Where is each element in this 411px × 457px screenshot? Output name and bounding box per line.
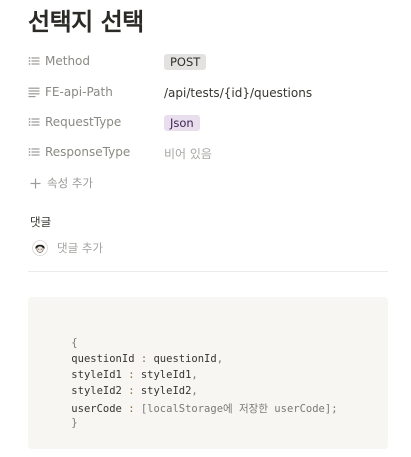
list-icon [28,148,40,156]
property-value-method[interactable]: POST [164,52,207,72]
request-type-tag: Json [164,115,200,131]
comments-heading: 댓글 [30,215,52,229]
list-icon [28,57,40,65]
code-block[interactable]: { questionId : questionId, styleId1 : st… [28,297,388,449]
property-row-request-type[interactable]: RequestType Json [28,113,388,135]
property-value-request-type[interactable]: Json [164,113,200,133]
property-name-method[interactable]: Method [28,54,156,68]
property-row-method[interactable]: Method POST [28,52,388,74]
property-label: Method [45,54,91,68]
code-value: [localStorage에 저장한 userCode] [140,403,332,415]
code-punct: , [216,353,224,365]
method-tag: POST [164,54,207,70]
add-property-button[interactable]: 속성 추가 [30,175,93,191]
add-comment-placeholder: 댓글 추가 [57,241,103,255]
text-lines-icon [28,87,40,98]
property-name-request-type[interactable]: RequestType [28,115,156,129]
property-label: RequestType [45,115,122,129]
list-icon [28,118,40,126]
page-title[interactable]: 선택지 선택 [28,2,144,37]
section-divider [28,271,388,272]
code-separator: : [121,403,141,415]
property-name-fe-api-path[interactable]: FE-api-Path [28,85,156,99]
property-row-fe-api-path[interactable]: FE-api-Path /api/tests/{id}/questions [28,83,388,105]
code-key: userCode [71,403,122,415]
api-path-text: /api/tests/{id}/questions [164,86,313,100]
code-brace-close: } [71,417,78,429]
plus-icon [30,178,41,188]
add-property-label: 속성 추가 [47,176,93,190]
property-value-fe-api-path[interactable]: /api/tests/{id}/questions [164,83,312,103]
property-name-response-type[interactable]: ResponseType [28,145,156,159]
code-line: userCode : [localStorage에 저장한 userCode]; [46,389,338,428]
user-avatar-icon [32,240,48,256]
property-value-response-type[interactable]: 비어 있음 [164,143,212,163]
code-punct: ; [331,403,338,415]
property-label: ResponseType [45,145,131,159]
empty-placeholder: 비어 있음 [164,146,212,161]
property-row-response-type[interactable]: ResponseType 비어 있음 [28,143,388,165]
code-line: } [46,405,78,441]
property-label: FE-api-Path [45,85,113,99]
add-comment-input[interactable]: 댓글 추가 [32,240,103,256]
